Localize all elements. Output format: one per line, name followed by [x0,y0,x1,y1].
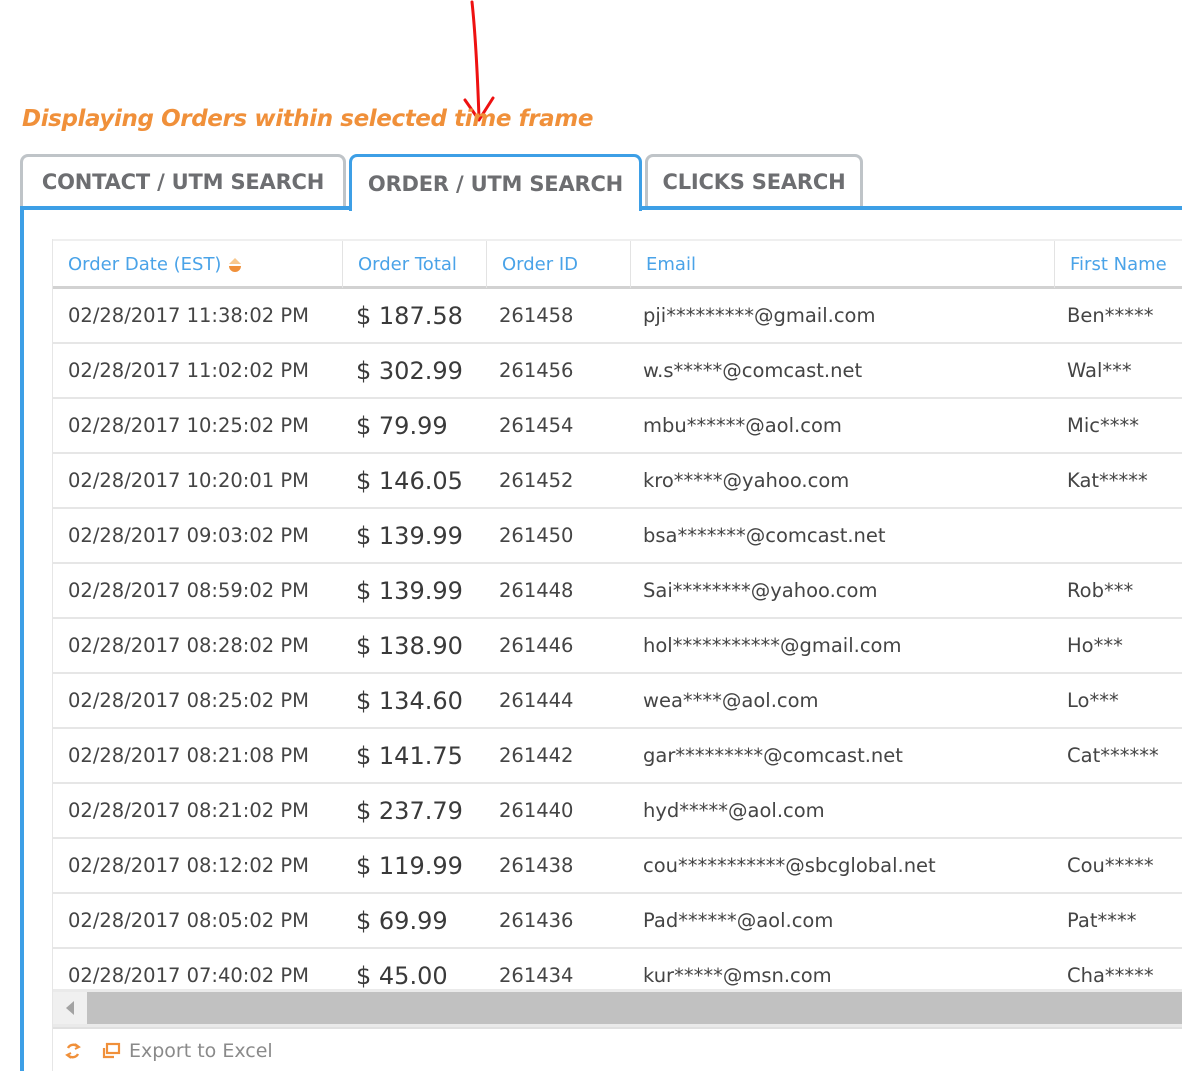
email-cell: hol***********@gmail.com [643,634,902,657]
tab-contact-utm-search[interactable]: CONTACT / UTM SEARCH [20,154,346,206]
first-name-cell: Ho*** [1067,634,1123,657]
order-date-cell: 02/28/2017 09:03:02 PM [68,524,309,547]
table-row[interactable]: 02/28/2017 11:02:02 PM $ 302.99 261456 w.s*… [53,344,1182,399]
column-header-order-date[interactable]: Order Date (EST) [53,241,343,288]
order-date-cell: 02/28/2017 10:20:01 PM [68,469,309,492]
order-date-cell: 02/28/2017 08:59:02 PM [68,579,309,602]
order-date-cell: 02/28/2017 08:21:02 PM [68,799,309,822]
first-name-cell: Kat***** [1067,469,1148,492]
first-name-cell: Ben***** [1067,304,1154,327]
grid-footer: Export to Excel [53,1027,1182,1071]
order-date-cell: 02/28/2017 08:25:02 PM [68,689,309,712]
order-total-cell: $ 79.99 [356,411,448,440]
email-cell: mbu******@aol.com [643,414,842,437]
first-name-cell: Mic**** [1067,414,1139,437]
scroll-left-button[interactable] [53,992,87,1024]
order-total-cell: $ 302.99 [356,356,463,385]
orders-grid: Order Date (EST) Order Total Order ID Em… [52,239,1182,1071]
order-date-cell: 02/28/2017 08:21:08 PM [68,744,309,767]
table-row[interactable]: 02/28/2017 08:21:02 PM $ 237.79 261440 hyd*… [53,784,1182,839]
first-name-cell: Rob*** [1067,579,1134,602]
tab-clicks-search[interactable]: CLICKS SEARCH [645,154,863,206]
export-label: Export to Excel [129,1040,273,1062]
first-name-cell: Wal*** [1067,359,1132,382]
email-cell: hyd*****@aol.com [643,799,825,822]
order-id-cell: 261444 [499,689,574,712]
table-row[interactable]: 02/28/2017 10:20:01 PM $ 146.05 261452 kro*… [53,454,1182,509]
order-total-cell: $ 141.75 [356,741,463,770]
first-name-cell: Cat****** [1067,744,1159,767]
order-total-cell: $ 146.05 [356,466,463,495]
first-name-cell: Pat**** [1067,909,1137,932]
order-id-cell: 261440 [499,799,574,822]
chevron-left-icon [66,1001,74,1015]
tab-order-utm-search[interactable]: ORDER / UTM SEARCH [349,154,642,211]
email-cell: Sai********@yahoo.com [643,579,878,602]
order-id-cell: 261450 [499,524,574,547]
page-headline: Displaying Orders within selected time f… [22,106,594,132]
first-name-cell: Lo*** [1067,689,1119,712]
order-total-cell: $ 134.60 [356,686,463,715]
order-date-cell: 02/28/2017 11:02:02 PM [68,359,309,382]
column-header-order-total[interactable]: Order Total [343,241,487,288]
column-header-label: Order Date (EST) [68,254,222,275]
order-id-cell: 261436 [499,909,574,932]
order-total-cell: $ 139.99 [356,576,463,605]
order-total-cell: $ 119.99 [356,851,463,880]
order-id-cell: 261442 [499,744,574,767]
email-cell: gar*********@comcast.net [643,744,903,767]
export-icon [102,1042,121,1059]
export-to-excel-button[interactable]: Export to Excel [101,1040,273,1062]
email-cell: wea****@aol.com [643,689,819,712]
order-date-cell: 02/28/2017 08:28:02 PM [68,634,309,657]
email-cell: kro*****@yahoo.com [643,469,850,492]
email-cell: Pad******@aol.com [643,909,834,932]
horizontal-scrollbar[interactable] [53,989,1182,1027]
grid-header: Order Date (EST) Order Total Order ID Em… [53,239,1182,289]
first-name-cell: Cou***** [1067,854,1154,877]
order-id-cell: 261456 [499,359,574,382]
table-row[interactable]: 02/28/2017 09:03:02 PM $ 139.99 261450 bsa*… [53,509,1182,564]
table-row[interactable]: 02/28/2017 08:05:02 PM $ 69.99 261436 Pad**… [53,894,1182,949]
table-row[interactable]: 02/28/2017 08:21:08 PM $ 141.75 261442 gar*… [53,729,1182,784]
order-total-cell: $ 139.99 [356,521,463,550]
sort-descending-icon[interactable] [228,257,242,273]
table-row[interactable]: 02/28/2017 08:12:02 PM $ 119.99 261438 cou*… [53,839,1182,894]
order-date-cell: 02/28/2017 08:05:02 PM [68,909,309,932]
email-cell: cou***********@sbcglobal.net [643,854,936,877]
table-row[interactable]: 02/28/2017 08:28:02 PM $ 138.90 261446 hol*… [53,619,1182,674]
order-id-cell: 261452 [499,469,574,492]
order-date-cell: 02/28/2017 08:12:02 PM [68,854,309,877]
email-cell: bsa*******@comcast.net [643,524,886,547]
panel-left-border [20,206,24,1071]
order-id-cell: 261458 [499,304,574,327]
table-row[interactable]: 02/28/2017 08:59:02 PM $ 139.99 261448 Sai*… [53,564,1182,619]
order-date-cell: 02/28/2017 10:25:02 PM [68,414,309,437]
table-row[interactable]: 02/28/2017 11:38:02 PM $ 187.58 261458 pji*… [53,289,1182,344]
tab-bar: CONTACT / UTM SEARCH ORDER / UTM SEARCH … [20,154,1182,212]
column-header-first-name[interactable]: First Name [1055,241,1182,288]
order-id-cell: 261446 [499,634,574,657]
email-cell: w.s*****@comcast.net [643,359,863,382]
order-total-cell: $ 237.79 [356,796,463,825]
table-row[interactable]: 02/28/2017 10:25:02 PM $ 79.99 261454 mbu**… [53,399,1182,454]
order-total-cell: $ 69.99 [356,906,448,935]
refresh-icon[interactable] [63,1041,83,1061]
order-total-cell: $ 138.90 [356,631,463,660]
order-id-cell: 261454 [499,414,574,437]
column-header-email[interactable]: Email [631,241,1055,288]
table-row[interactable]: 02/28/2017 08:25:02 PM $ 134.60 261444 wea*… [53,674,1182,729]
order-id-cell: 261448 [499,579,574,602]
order-total-cell: $ 187.58 [356,301,463,330]
order-id-cell: 261438 [499,854,574,877]
email-cell: pji*********@gmail.com [643,304,876,327]
order-date-cell: 02/28/2017 11:38:02 PM [68,304,309,327]
column-header-order-id[interactable]: Order ID [487,241,631,288]
scrollbar-thumb[interactable] [87,992,1182,1024]
